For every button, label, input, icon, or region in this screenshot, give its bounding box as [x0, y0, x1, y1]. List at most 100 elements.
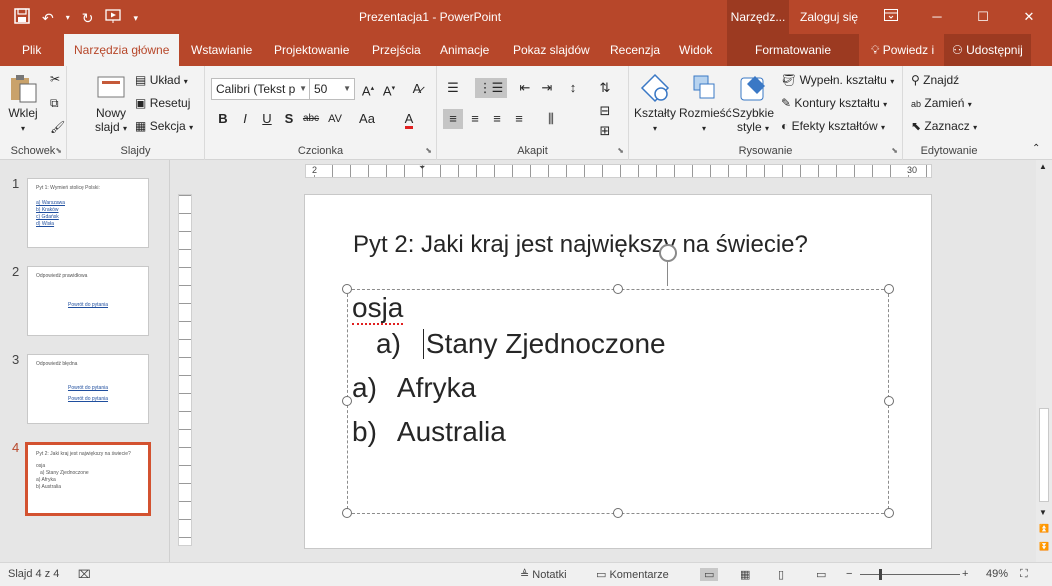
zoom-level[interactable]: 49% — [986, 568, 1008, 580]
previous-slide-icon[interactable]: ⏫ — [1039, 524, 1049, 533]
tab-review[interactable]: Recenzja — [610, 34, 660, 66]
scroll-down-icon[interactable]: ▼ — [1039, 508, 1047, 517]
columns-icon[interactable]: ⫼ — [541, 109, 561, 129]
dialog-launcher-icon[interactable]: ⬊ — [891, 146, 898, 155]
layout-button[interactable]: ▤ Układ ▾ — [135, 73, 188, 89]
align-center-icon[interactable]: ≡ — [465, 109, 485, 129]
paste-button[interactable]: Wklej ▾ — [6, 72, 40, 136]
slideshow-view-icon[interactable]: ▭ — [816, 568, 826, 581]
find-button[interactable]: ⚲ Znajdź — [911, 73, 959, 87]
scroll-up-icon[interactable]: ▲ — [1039, 162, 1047, 171]
rotate-handle-icon[interactable] — [659, 244, 677, 262]
tab-view[interactable]: Widok — [679, 34, 712, 66]
maximize-icon[interactable]: ☐ — [960, 0, 1006, 34]
sign-in-link[interactable]: Zaloguj się — [800, 10, 858, 24]
share-button[interactable]: ⚇ Udostępnij — [944, 34, 1031, 66]
ribbon-display-options-icon[interactable] — [868, 0, 914, 34]
tab-file[interactable]: Plik — [22, 34, 41, 66]
resize-handle[interactable] — [884, 284, 894, 294]
spell-check-icon[interactable]: ⌧ — [78, 568, 91, 581]
reading-view-icon[interactable]: ▯ — [778, 568, 784, 581]
tab-slideshow[interactable]: Pokaz slajdów — [513, 34, 590, 66]
fit-to-window-icon[interactable]: ⛶ — [1020, 568, 1028, 581]
reset-button[interactable]: ▣ Resetuj — [135, 96, 190, 110]
zoom-out-icon[interactable]: − — [846, 568, 852, 580]
shapes-button[interactable]: Kształty ▾ — [633, 72, 677, 136]
tab-transitions[interactable]: Przejścia — [372, 34, 421, 66]
vertical-scrollbar[interactable]: ▲ ▼ ⏫ ⏬ — [1036, 160, 1052, 562]
italic-icon[interactable]: I — [235, 109, 255, 129]
tab-format[interactable]: Formatowanie — [727, 34, 859, 66]
scrollbar-thumb[interactable] — [1039, 408, 1049, 502]
resize-handle[interactable] — [342, 284, 352, 294]
collapse-ribbon-icon[interactable]: ⌃ — [1032, 142, 1040, 156]
copy-icon[interactable]: ⧉ — [50, 96, 59, 110]
dialog-launcher-icon[interactable]: ⬊ — [617, 146, 624, 155]
shape-effects-button[interactable]: ◐ Efekty kształtów ▾ — [781, 119, 885, 135]
font-size-field[interactable]: 50 ▼ — [309, 78, 355, 100]
body-line-1[interactable]: a) Stany Zjednoczone — [376, 328, 666, 360]
tab-insert[interactable]: Wstawianie — [191, 34, 252, 66]
shape-outline-button[interactable]: ✎ Kontury kształtu ▾ — [781, 96, 887, 112]
change-case-icon[interactable]: Aa — [357, 109, 377, 129]
resize-handle[interactable] — [613, 284, 623, 294]
character-spacing-icon[interactable]: AV — [325, 109, 345, 129]
close-icon[interactable]: ✕ — [1006, 0, 1052, 34]
normal-view-icon[interactable]: ▭ — [700, 568, 719, 581]
select-button[interactable]: ⬉ Zaznacz ▾ — [911, 119, 977, 135]
slide-canvas[interactable]: Pyt 2: Jaki kraj jest największy na świe… — [304, 194, 932, 549]
zoom-slider-handle[interactable] — [879, 569, 882, 580]
indent-marker-icon[interactable]: ⏷ — [419, 163, 425, 173]
decrease-indent-icon[interactable]: ⇤ — [515, 78, 535, 98]
font-name-field[interactable]: Calibri (Tekst p ▼ — [211, 78, 311, 100]
justify-icon[interactable]: ≡ — [509, 109, 529, 129]
resize-handle[interactable] — [342, 508, 352, 518]
align-left-icon[interactable]: ≡ — [443, 109, 463, 129]
strikethrough-icon[interactable]: abc — [301, 109, 321, 129]
zoom-in-icon[interactable]: + — [962, 568, 968, 580]
tell-me-box[interactable]: 💡︎ Powiedz i — [871, 34, 934, 66]
slide-thumbnail-4[interactable]: Pyt 2: Jaki kraj jest największy na świe… — [25, 442, 151, 516]
shape-fill-button[interactable]: 🪣︎ Wypełn. kształtu ▾ — [781, 73, 894, 89]
dialog-launcher-icon[interactable]: ⬊ — [425, 146, 432, 155]
content-placeholder[interactable]: osja a) Stany Zjednoczone a) Afryka b) Aust… — [342, 244, 894, 518]
new-slide-button[interactable]: Nowy slajd ▾ — [91, 72, 131, 136]
smartart-icon[interactable]: ⊞ — [595, 121, 615, 141]
horizontal-ruler[interactable]: 2 30 ⏷ — [305, 163, 935, 178]
underline-icon[interactable]: U — [257, 109, 277, 129]
body-line-2[interactable]: a) Afryka — [352, 372, 476, 404]
resize-handle[interactable] — [342, 396, 352, 406]
format-painter-icon[interactable]: 🖌︎ — [50, 120, 65, 134]
slide-thumbnail-2[interactable]: Odpowiedź prawidłowa Powrót do pytania — [27, 266, 149, 336]
tab-home[interactable]: Narzędzia główne — [64, 34, 180, 66]
slide-sorter-icon[interactable]: ▦ — [740, 568, 750, 581]
resize-handle[interactable] — [884, 396, 894, 406]
font-color-icon[interactable]: A — [399, 109, 419, 129]
resize-handle[interactable] — [613, 508, 623, 518]
tab-design[interactable]: Projektowanie — [274, 34, 349, 66]
body-line-3[interactable]: b) Australia — [352, 416, 506, 448]
comments-button[interactable]: ▭ Komentarze — [596, 568, 669, 581]
section-button[interactable]: ▦ Sekcja ▾ — [135, 119, 193, 135]
cut-icon[interactable]: ✂ — [50, 72, 60, 86]
minimize-icon[interactable]: ─ — [914, 0, 960, 34]
bold-icon[interactable]: B — [213, 109, 233, 129]
increase-indent-icon[interactable]: ⇥ — [537, 78, 557, 98]
line-spacing-icon[interactable]: ↕ — [563, 78, 583, 98]
bullets-icon[interactable]: ☰ — [443, 78, 463, 98]
clear-formatting-icon[interactable]: A̷ — [407, 79, 427, 99]
slide-thumbnail-3[interactable]: Odpowiedź błędna Powrót do pytania Powró… — [27, 354, 149, 424]
arrange-button[interactable]: Rozmieść ▾ — [679, 72, 732, 136]
numbering-icon[interactable]: ⋮☰ — [475, 78, 507, 98]
align-text-icon[interactable]: ⊟ — [595, 101, 615, 121]
align-right-icon[interactable]: ≡ — [487, 109, 507, 129]
next-slide-icon[interactable]: ⏬ — [1039, 542, 1049, 551]
shrink-font-icon[interactable]: A▾ — [379, 79, 399, 99]
zoom-slider[interactable] — [860, 574, 960, 575]
dialog-launcher-icon[interactable]: ⬊ — [55, 146, 62, 155]
slide-title[interactable]: Pyt 2: Jaki kraj jest największy na świe… — [353, 231, 808, 259]
text-shadow-icon[interactable]: S — [279, 109, 299, 129]
text-direction-icon[interactable]: ⇅ — [595, 78, 615, 98]
resize-handle[interactable] — [884, 508, 894, 518]
replace-button[interactable]: ab Zamień ▾ — [911, 96, 972, 112]
